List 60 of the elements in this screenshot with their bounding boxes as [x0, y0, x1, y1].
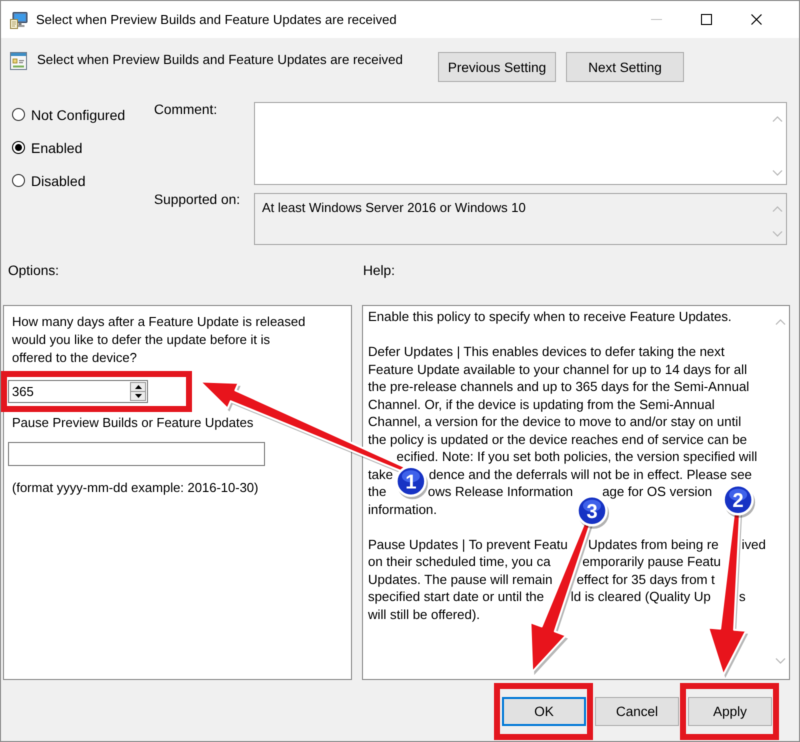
- help-text: specified start date or until the: [368, 589, 544, 604]
- help-text: Enable this policy to specify when to receive Feature Updates.: [368, 309, 732, 324]
- spin-down-button[interactable]: [130, 392, 146, 401]
- setting-nav-button[interactable]: Next Setting: [566, 52, 684, 82]
- section-label: Options:: [8, 263, 59, 279]
- radio-button[interactable]: [12, 174, 25, 187]
- window-icon: [10, 52, 27, 70]
- section-label: Help:: [363, 263, 395, 279]
- computer-icon: [10, 10, 28, 28]
- help-text: s: [739, 589, 746, 604]
- spin-field[interactable]: 365: [8, 380, 148, 403]
- help-text: information.: [368, 502, 437, 517]
- field-label: Comment:: [154, 102, 218, 118]
- radio-button[interactable]: [12, 108, 25, 121]
- help-text: dence and the deferrals will not be in effect. Please see: [428, 466, 752, 482]
- help-text: Channel, a version for the device to move to and/or stay on until: [368, 414, 742, 430]
- help-text: ows Release Information: [428, 484, 573, 500]
- chevron-up-icon: [772, 116, 782, 122]
- field-label: Pause Preview Builds or Feature Updates: [12, 414, 254, 432]
- help-text: effect for 35 days from t: [576, 572, 715, 587]
- radio-label[interactable]: Disabled: [31, 172, 86, 190]
- help-text: Defer Updates | This enables devices to defer taking the next: [368, 344, 725, 360]
- window-title: Select when Preview Builds and Feature Updates are received: [36, 12, 397, 27]
- help-text: ld is cleared (Quality Up: [570, 589, 711, 604]
- field-label: Supported on:: [154, 192, 240, 208]
- radio-button[interactable]: [12, 141, 25, 154]
- help-text: ived: [742, 536, 766, 552]
- policy-title: Select when Preview Builds and Feature Updates are received: [37, 51, 403, 69]
- chevron-down-icon: [772, 231, 782, 237]
- help-text: the: [368, 484, 386, 500]
- radio-label[interactable]: Not Configured: [31, 106, 126, 124]
- format-hint: (format yyyy-mm-dd example: 2016-10-30): [12, 479, 258, 497]
- chevron-down-icon: [772, 170, 782, 176]
- setting-nav-button[interactable]: Previous Setting: [438, 52, 556, 82]
- help-text: Updates. The pause will remain: [368, 572, 552, 587]
- help-text: Feature Update available to your channel for up to 14 days for all: [368, 362, 748, 377]
- chevron-up-icon: [775, 319, 786, 325]
- spin-up-button[interactable]: [130, 382, 146, 392]
- help-text: Updates from being re: [588, 536, 719, 552]
- dialog-button[interactable]: OK: [502, 697, 586, 726]
- help-text: on their scheduled time, you ca: [368, 554, 551, 570]
- supported-on-field: At least Windows Server 2016 or Windows 10: [254, 193, 787, 245]
- help-text: take: [368, 466, 393, 482]
- caret-down-icon: [134, 394, 142, 398]
- option-description: How many days after a Feature Update is released would you like to defer the update before it is offered to the device?: [12, 313, 306, 367]
- help-text: will still be offered).: [368, 606, 480, 622]
- caret-up-icon: [134, 385, 142, 389]
- chevron-up-icon: [772, 206, 782, 212]
- dialog-button[interactable]: Apply: [688, 697, 772, 726]
- comment-field[interactable]: [254, 102, 787, 185]
- help-text: Pause Updates | To prevent Featu: [368, 536, 568, 552]
- help-text: ecified. Note: If you set both policies, the version specified will: [396, 449, 758, 464]
- dialog-button[interactable]: Cancel: [595, 697, 679, 726]
- chevron-down-icon: [775, 658, 786, 664]
- date-field[interactable]: [8, 442, 265, 466]
- help-text: the policy is updated or the device reaches end of service can be: [368, 432, 748, 447]
- radio-label[interactable]: Enabled: [31, 138, 82, 156]
- help-text: Channel. Or, if the device is updating from the Semi-Annual: [368, 396, 715, 412]
- help-text: emporarily pause Featu: [582, 554, 721, 570]
- help-text: the pre-release channels and up to 365 days for the Semi-Annual: [368, 379, 750, 394]
